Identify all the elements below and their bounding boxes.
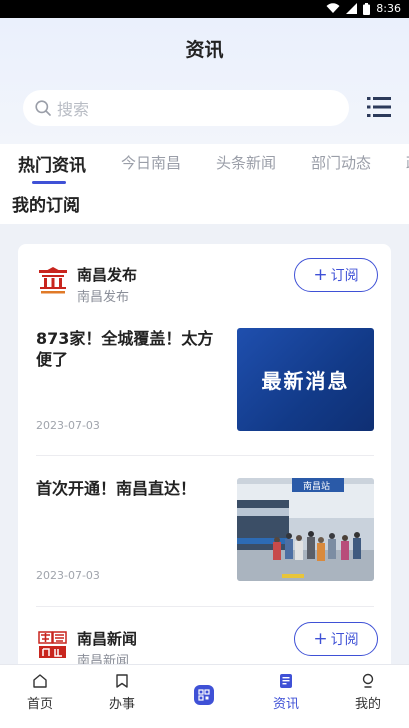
- bookmark-icon: [116, 674, 128, 688]
- news-headline: 873家！全城覆盖！太方便了: [36, 329, 214, 369]
- divider: [36, 606, 374, 607]
- signal-icon: [346, 3, 358, 14]
- tab-hot-news[interactable]: 热门资讯: [18, 151, 86, 176]
- battery-icon: [363, 2, 371, 15]
- nav-news[interactable]: 资讯: [256, 673, 316, 712]
- publisher-name: 南昌发布: [77, 266, 138, 284]
- subscribe-label: 订阅: [330, 268, 359, 284]
- qr-code-icon: [194, 685, 214, 705]
- news-date: 2023-07-03: [36, 419, 100, 432]
- news-thumbnail: 南昌站: [237, 478, 374, 581]
- subscribe-label: 订阅: [330, 632, 359, 648]
- nav-home-label: 首页: [26, 697, 53, 712]
- news-icon: [280, 674, 292, 688]
- status-bar: 8:36: [0, 0, 409, 18]
- active-tab-indicator: [32, 181, 66, 184]
- nav-news-label: 资讯: [272, 697, 299, 712]
- home-icon: [33, 674, 47, 688]
- subscribe-button[interactable]: + 订阅: [294, 258, 378, 292]
- nav-profile-label: 我的: [354, 697, 381, 712]
- tab-headlines[interactable]: 头条新闻: [216, 152, 276, 176]
- nav-scan[interactable]: [174, 685, 234, 709]
- plus-icon: +: [313, 264, 328, 285]
- nanchang-release-logo: [39, 267, 67, 294]
- publisher-subtitle: 南昌发布: [77, 290, 130, 305]
- nav-services[interactable]: 办事: [92, 673, 152, 712]
- news-date: 2023-07-03: [36, 569, 100, 582]
- category-tabs: 热门资讯 今日南昌 头条新闻 部门动态 政: [18, 152, 409, 176]
- list-menu-icon[interactable]: [367, 96, 391, 118]
- tab-department-news[interactable]: 部门动态: [311, 152, 371, 176]
- news-headline: 首次开通！南昌直达！: [36, 479, 197, 498]
- nav-home[interactable]: 首页: [10, 673, 70, 712]
- nav-services-label: 办事: [108, 697, 135, 712]
- search-bar[interactable]: 搜索: [23, 90, 349, 126]
- train-station-photo: [237, 478, 374, 581]
- news-item[interactable]: 873家！全城覆盖！太方便了 2023-07-03 最新消息: [36, 328, 374, 432]
- news-item[interactable]: 首次开通！南昌直达！ 2023-07-03 南昌站: [36, 478, 374, 582]
- tab-today-nanchang[interactable]: 今日南昌: [121, 152, 181, 176]
- page-title: 资讯: [185, 39, 224, 61]
- user-icon: [362, 673, 374, 688]
- news-thumbnail: 最新消息: [237, 328, 374, 431]
- subscribe-button[interactable]: + 订阅: [294, 622, 378, 656]
- status-time: 8:36: [376, 2, 401, 15]
- divider: [36, 455, 374, 456]
- publisher-header[interactable]: 南昌发布 南昌发布 + 订阅: [36, 258, 378, 308]
- wifi-icon: [326, 3, 340, 14]
- subscription-card: 南昌发布 南昌发布 + 订阅 873家！全城覆盖！太方便了 2023-07-03…: [18, 244, 391, 674]
- search-input[interactable]: 搜索: [57, 96, 89, 120]
- plus-icon: +: [313, 628, 328, 649]
- search-icon: [35, 100, 51, 116]
- nanchang-news-logo: [38, 631, 67, 658]
- thumbnail-text: 最新消息: [261, 369, 350, 393]
- section-title: 我的订阅: [12, 196, 80, 216]
- thumbnail-text: 南昌站: [303, 482, 331, 492]
- bottom-navigation: 首页 办事 资讯 我的: [0, 664, 409, 728]
- nav-profile[interactable]: 我的: [338, 673, 398, 712]
- publisher-name: 南昌新闻: [77, 630, 138, 648]
